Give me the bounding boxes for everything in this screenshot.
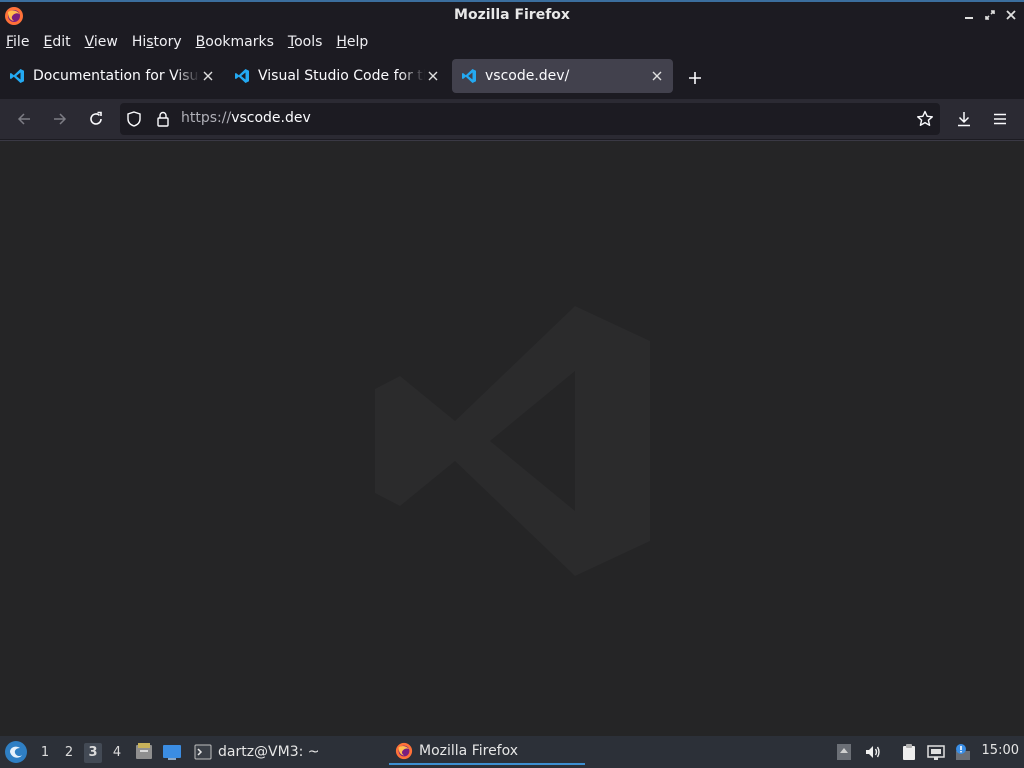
file-manager-icon[interactable]: [134, 742, 154, 762]
plus-icon: [689, 72, 701, 84]
tab-vscode-for-web[interactable]: Visual Studio Code for the Web: [225, 59, 449, 93]
taskbar-task-label: Mozilla Firefox: [419, 743, 519, 759]
menu-bookmarks[interactable]: Bookmarks: [196, 34, 274, 50]
tab-documentation[interactable]: Documentation for Visual Studio Code: [0, 59, 224, 93]
tab-close-button[interactable]: [425, 68, 441, 84]
taskbar-task-label: dartz@VM3: ~: [218, 744, 320, 760]
url-text[interactable]: https://vscode.dev: [181, 110, 311, 126]
tab-vscode-dev[interactable]: vscode.dev/: [452, 59, 673, 93]
close-icon: [428, 71, 438, 81]
new-tab-button[interactable]: [684, 67, 706, 89]
navigation-toolbar: https://vscode.dev: [0, 99, 1024, 139]
tracking-protection-shield-icon[interactable]: [126, 111, 142, 127]
vscode-icon: [10, 69, 24, 83]
address-bar[interactable]: https://vscode.dev: [120, 103, 940, 135]
back-button[interactable]: [12, 107, 36, 131]
tab-label: Documentation for Visual Studio Code: [33, 68, 200, 84]
back-arrow-icon: [17, 113, 30, 125]
close-icon: [203, 71, 213, 81]
vscode-logo-watermark-icon: [375, 306, 650, 576]
minimize-icon: [964, 17, 973, 19]
restore-icon: [984, 10, 995, 20]
tab-close-button[interactable]: [200, 68, 216, 84]
menu-file[interactable]: File: [6, 34, 29, 50]
terminal-icon: [194, 744, 212, 760]
menu-edit[interactable]: Edit: [43, 34, 70, 50]
update-notification-icon[interactable]: [953, 743, 971, 761]
menu-bar: File Edit View History Bookmarks Tools H…: [0, 29, 1024, 55]
close-icon: [652, 71, 662, 81]
menu-help[interactable]: Help: [336, 34, 368, 50]
reload-icon: [90, 111, 102, 125]
taskbar-task-firefox[interactable]: Mozilla Firefox: [389, 739, 585, 765]
forward-button[interactable]: [48, 107, 72, 131]
close-icon: [1005, 10, 1016, 20]
reload-button[interactable]: [84, 107, 108, 131]
lock-icon[interactable]: [155, 111, 171, 127]
minimize-button[interactable]: [961, 7, 976, 23]
tab-close-button[interactable]: [649, 68, 665, 84]
network-icon[interactable]: [927, 743, 945, 761]
workspace-3[interactable]: 3: [84, 743, 102, 763]
window-title: Mozilla Firefox: [454, 7, 570, 23]
clock[interactable]: 15:00: [982, 743, 1019, 758]
taskbar: 1 2 3 4 dartz@VM3: ~ Mozilla Firefox 15:…: [0, 736, 1024, 768]
menu-tools[interactable]: Tools: [288, 34, 323, 50]
vscode-icon: [462, 69, 476, 83]
hamburger-menu-icon: [994, 113, 1006, 125]
downloads-button[interactable]: [952, 107, 976, 131]
forward-arrow-icon: [54, 113, 67, 125]
workspace-4[interactable]: 4: [108, 743, 126, 763]
tab-strip: Documentation for Visual Studio Code Vis…: [0, 55, 1024, 99]
desktop-icon[interactable]: [162, 742, 182, 762]
firefox-icon: [395, 742, 413, 760]
app-menu-button[interactable]: [988, 107, 1012, 131]
taskbar-task-terminal[interactable]: dartz@VM3: ~: [194, 739, 374, 765]
window-titlebar: Mozilla Firefox: [0, 0, 1024, 29]
tray-scroll-icon[interactable]: [835, 743, 853, 761]
start-menu-icon[interactable]: [4, 740, 28, 764]
menu-history[interactable]: History: [132, 34, 182, 50]
bookmark-star-icon[interactable]: [916, 110, 934, 128]
clipboard-icon[interactable]: [900, 743, 918, 761]
download-icon: [958, 112, 970, 127]
close-window-button[interactable]: [1003, 7, 1018, 23]
tab-label: Visual Studio Code for the Web: [258, 68, 425, 84]
workspace-2[interactable]: 2: [60, 743, 78, 763]
menu-view[interactable]: View: [85, 34, 118, 50]
vscode-icon: [235, 69, 249, 83]
volume-icon[interactable]: [864, 743, 882, 761]
page-content[interactable]: [0, 140, 1024, 736]
workspace-1[interactable]: 1: [36, 743, 54, 763]
tab-label: vscode.dev/: [485, 68, 570, 84]
maximize-button[interactable]: [982, 7, 997, 23]
